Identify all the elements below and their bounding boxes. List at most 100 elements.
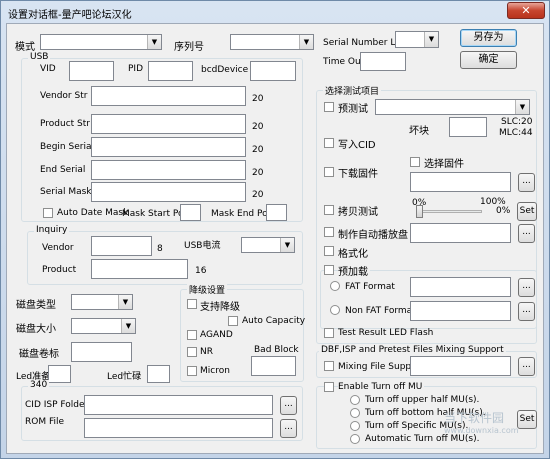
auto-capacity-checkbox[interactable]: [228, 316, 238, 326]
chevron-down-icon: ▼: [118, 295, 132, 309]
support-downgrade-checkbox[interactable]: [187, 299, 197, 309]
dbf-group-title: DBF,ISP and Pretest Files Mixing Support: [319, 345, 506, 355]
write-cid-checkbox[interactable]: [324, 138, 334, 148]
mixing-file-checkbox[interactable]: [324, 361, 334, 371]
serial-number-len-select[interactable]: ▼: [395, 31, 439, 48]
fat-format-radio[interactable]: [330, 281, 340, 291]
pretest-label: 预测试: [338, 104, 368, 115]
non-fat-format-input[interactable]: [410, 301, 511, 321]
chevron-down-icon: ▼: [121, 319, 135, 333]
end-serial-input[interactable]: [91, 160, 246, 180]
turn-off-specific-radio[interactable]: [350, 421, 360, 431]
turn-off-upper-half-radio[interactable]: [350, 395, 360, 405]
disk-type-select[interactable]: ▼: [71, 294, 133, 310]
autoplay-disc-label: 制作自动播放盘: [338, 230, 408, 241]
automatic-turn-off-radio[interactable]: [350, 434, 360, 444]
copy-test-slider-thumb[interactable]: [416, 205, 423, 218]
micron-checkbox[interactable]: [187, 366, 197, 376]
vid-label: VID: [40, 64, 56, 74]
format-checkbox[interactable]: [324, 246, 334, 256]
micron-label: Micron: [200, 366, 230, 376]
ok-button[interactable]: 确定: [460, 51, 517, 69]
disk-volume-input[interactable]: [71, 342, 132, 362]
led-flash-checkbox[interactable]: [324, 328, 334, 338]
mlc-text: MLC:44: [499, 128, 533, 138]
auto-date-mask-checkbox[interactable]: [43, 208, 53, 218]
copy-test-checkbox[interactable]: [324, 205, 334, 215]
mixing-file-input[interactable]: [410, 356, 511, 376]
title-bar: 设置对话框-量产吧论坛汉化 ✕: [1, 1, 549, 23]
test-bad-block-input[interactable]: [449, 117, 487, 137]
mode-select[interactable]: ▼: [40, 34, 162, 50]
non-fat-format-browse-button[interactable]: ...: [518, 302, 535, 321]
preload-checkbox[interactable]: [324, 265, 334, 275]
firmware-browse-button[interactable]: ...: [518, 173, 535, 192]
autoplay-path-input[interactable]: [410, 223, 511, 243]
vendor-str-len: 20: [252, 94, 264, 104]
turn-off-mu-set-button[interactable]: Set: [517, 410, 537, 429]
led-ready-input[interactable]: [48, 365, 71, 383]
mask-start-pos-input[interactable]: [180, 204, 201, 221]
pid-label: PID: [128, 64, 144, 74]
bcd-device-label: bcdDevice: [201, 65, 249, 75]
close-button[interactable]: ✕: [507, 2, 545, 19]
g340-group-title: 340: [28, 380, 50, 390]
serial-select[interactable]: ▼: [230, 34, 314, 50]
watermark-text: 当下软件园: [444, 411, 505, 425]
nr-checkbox[interactable]: [187, 347, 197, 357]
firmware-path-input[interactable]: [410, 172, 511, 192]
pretest-select[interactable]: ▼: [375, 99, 530, 115]
bcd-device-input[interactable]: [250, 61, 296, 81]
fat-format-browse-button[interactable]: ...: [518, 278, 535, 297]
mixing-file-browse-button[interactable]: ...: [518, 357, 535, 376]
pretest-checkbox[interactable]: [324, 102, 334, 112]
agand-label: AGAND: [200, 330, 233, 340]
pid-input[interactable]: [148, 61, 193, 81]
download-firmware-checkbox[interactable]: [324, 167, 334, 177]
timeout-input[interactable]: [360, 52, 406, 71]
timeout-label: Time Out: [323, 57, 365, 67]
led-busy-input[interactable]: [147, 365, 170, 383]
rom-file-browse-button[interactable]: ...: [280, 419, 297, 438]
disk-volume-label: 磁盘卷标: [19, 349, 59, 360]
format-label: 格式化: [338, 249, 368, 260]
mask-end-pos-input[interactable]: [266, 204, 287, 221]
product-str-input[interactable]: [91, 114, 246, 134]
dialog-client-area: 模式 ▼ 序列号 ▼ Serial Number Len ▼ Time Out …: [6, 23, 544, 454]
chevron-down-icon: ▼: [424, 32, 438, 47]
auto-capacity-label: Auto Capacity: [242, 316, 306, 326]
inquiry-product-input[interactable]: [91, 259, 188, 279]
cid-isp-folder-browse-button[interactable]: ...: [280, 396, 297, 415]
rom-file-input[interactable]: [84, 418, 273, 438]
usb-current-select[interactable]: ▼: [241, 237, 295, 253]
turn-off-bottom-half-radio[interactable]: [350, 408, 360, 418]
disk-size-select[interactable]: ▼: [71, 318, 136, 334]
non-fat-format-radio[interactable]: [330, 305, 340, 315]
vendor-str-input[interactable]: [91, 86, 246, 106]
cid-isp-folder-input[interactable]: [84, 395, 273, 415]
inquiry-vendor-input[interactable]: [91, 236, 152, 256]
save-as-button[interactable]: 另存为: [460, 29, 517, 47]
enable-turn-off-mu-checkbox[interactable]: [324, 382, 334, 392]
autoplay-browse-button[interactable]: ...: [518, 224, 535, 243]
copy-test-set-button[interactable]: Set: [517, 202, 537, 221]
disk-size-label: 磁盘大小: [16, 324, 56, 335]
vid-input[interactable]: [69, 61, 114, 81]
end-serial-label: End Serial: [40, 165, 86, 175]
autoplay-disc-checkbox[interactable]: [324, 227, 334, 237]
preload-label: 预加载: [338, 263, 370, 278]
select-firmware-checkbox[interactable]: [410, 157, 420, 167]
serial-mask-input[interactable]: [91, 182, 246, 202]
agand-checkbox[interactable]: [187, 330, 197, 340]
serial-label: 序列号: [174, 42, 204, 53]
non-fat-format-label: Non FAT Format: [345, 306, 416, 316]
bad-block-input[interactable]: [251, 356, 296, 376]
fat-format-input[interactable]: [410, 277, 511, 297]
inquiry-product-label: Product: [42, 265, 77, 275]
begin-serial-input[interactable]: [91, 137, 246, 157]
copy-test-slider-track[interactable]: [418, 210, 482, 213]
disk-type-label: 磁盘类型: [16, 300, 56, 311]
inquiry-vendor-label: Vendor: [42, 243, 74, 253]
downgrade-group-title: 降级设置: [187, 283, 228, 296]
close-icon: ✕: [521, 4, 531, 17]
